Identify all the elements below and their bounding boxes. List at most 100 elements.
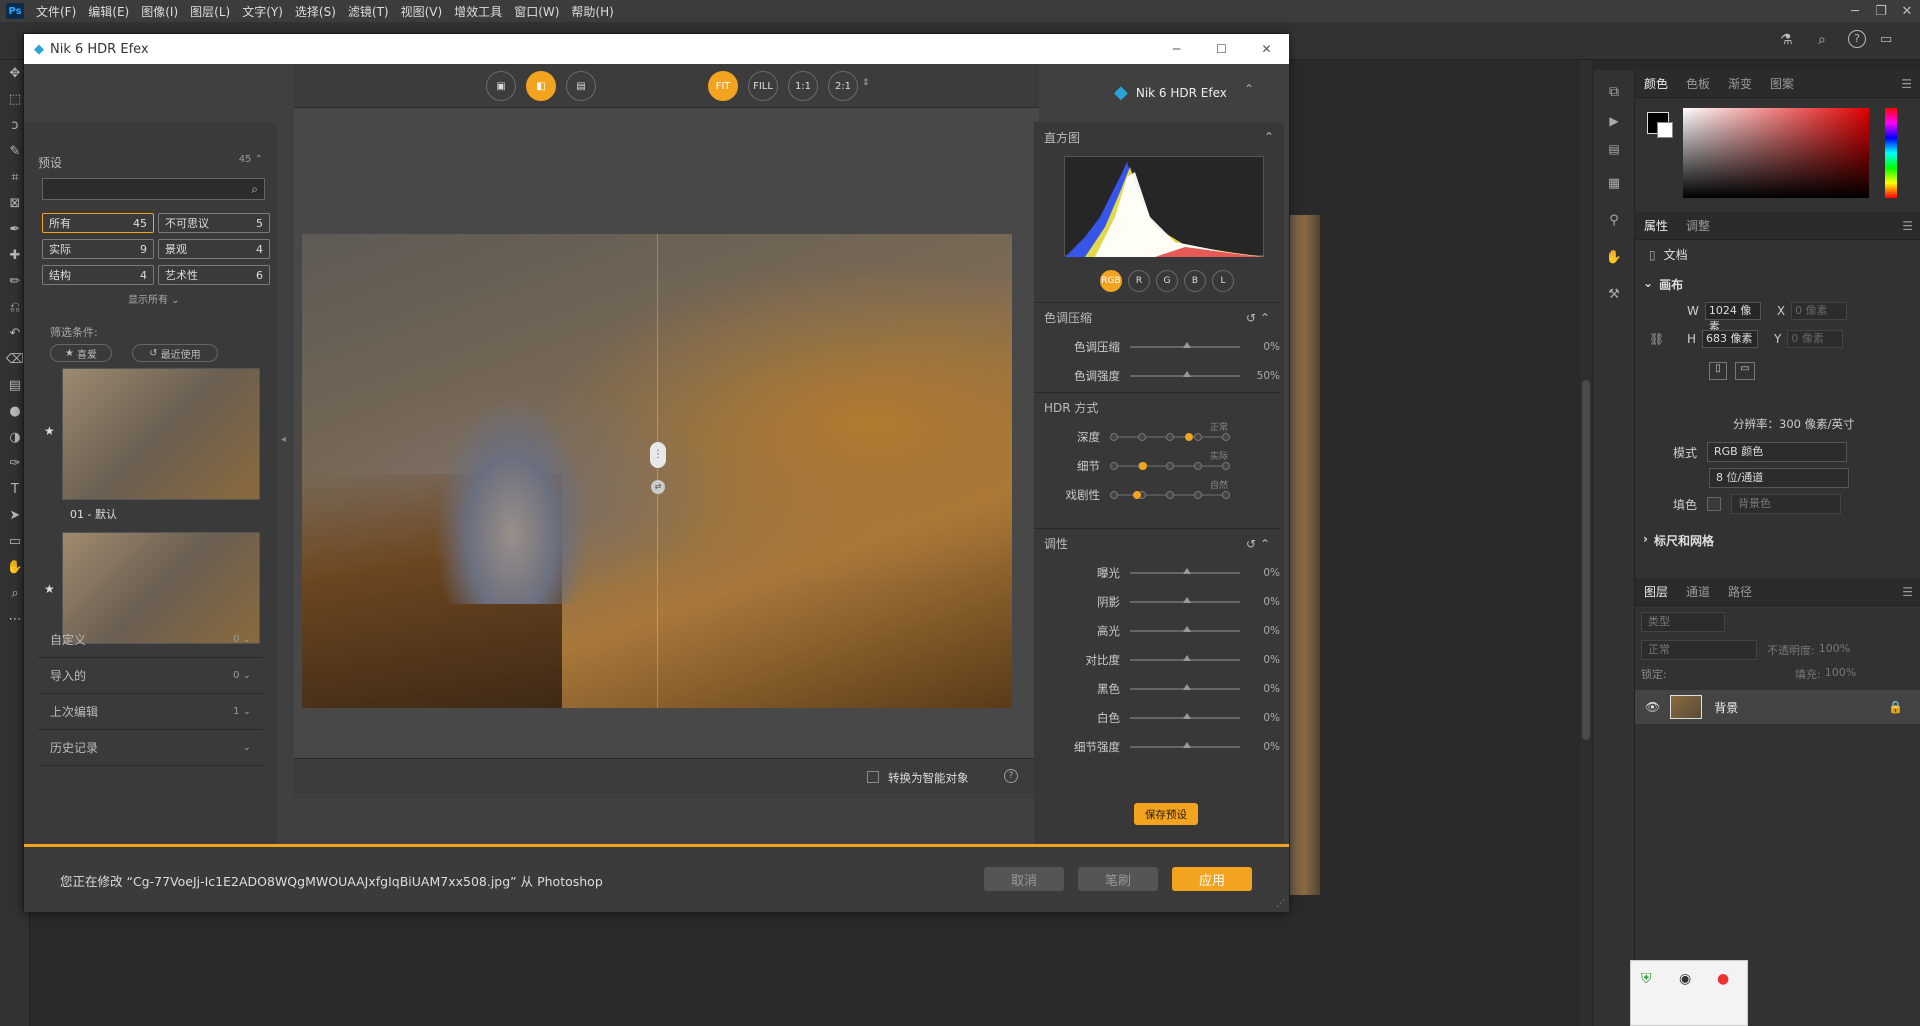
hdr-step-track[interactable] — [1110, 461, 1230, 470]
ps-menu-item[interactable]: 选择(S) — [289, 3, 342, 20]
slider-track[interactable] — [1130, 654, 1240, 661]
save-preset-button[interactable]: 保存预设 — [1134, 803, 1198, 825]
apply-button[interactable]: 应用 — [1172, 867, 1252, 891]
channel-l-button[interactable]: L — [1212, 270, 1234, 292]
hdr-step-knob[interactable] — [1132, 490, 1141, 499]
slider-knob[interactable] — [1183, 625, 1191, 632]
hdr-step-dot[interactable] — [1222, 432, 1230, 441]
panel-tab[interactable]: 路径 — [1719, 583, 1761, 600]
collapse-left-icon[interactable]: ◂ — [281, 434, 286, 445]
preset-category-chip[interactable]: 实际 9 — [42, 239, 154, 259]
hue-slider[interactable] — [1885, 108, 1897, 198]
swap-icon[interactable]: ⇄ — [651, 480, 665, 494]
hdr-step-track[interactable] — [1110, 490, 1230, 499]
comment-icon[interactable]: ▤ — [1594, 142, 1634, 156]
preset-category-chip[interactable]: 景观 4 — [158, 239, 270, 259]
fill2-value[interactable]: 100% — [1825, 666, 1856, 682]
close-icon[interactable]: ✕ — [1244, 42, 1289, 56]
recent-filter-button[interactable]: ↺ 最近使用 — [132, 344, 218, 362]
slider-knob[interactable] — [1183, 712, 1191, 719]
fill-select[interactable]: 背景色 — [1731, 494, 1842, 514]
slider-track[interactable] — [1130, 370, 1240, 377]
slider-knob[interactable] — [1183, 567, 1191, 574]
zoom-fit-button[interactable]: FIT — [708, 71, 738, 101]
panel-tab[interactable]: 图案 — [1761, 75, 1803, 92]
tool-preset-icon[interactable]: ⚒ — [1594, 287, 1634, 302]
show-all-link[interactable]: 显示所有 ⌄ — [128, 291, 180, 306]
slider-track[interactable] — [1130, 712, 1240, 719]
single-view-icon[interactable]: ▣ — [486, 71, 516, 101]
hdr-step-dot[interactable] — [1222, 490, 1230, 499]
preset-section-row[interactable]: 自定义 0 ⌄ — [38, 622, 263, 658]
zoom-2to1-button[interactable]: 2:1 — [828, 71, 858, 101]
slider-knob[interactable] — [1183, 654, 1191, 661]
tonality-header[interactable]: 调性 ↺ ⌃ — [1034, 528, 1280, 558]
ps-menu-item[interactable]: 文件(F) — [30, 3, 82, 20]
ps-menu-item[interactable]: 编辑(E) — [82, 3, 135, 20]
panel-menu-icon[interactable]: ☰ — [1902, 219, 1913, 233]
fill-swatch[interactable] — [1707, 497, 1722, 511]
panel-menu-icon[interactable]: ☰ — [1901, 77, 1912, 91]
panel-tab[interactable]: 通道 — [1677, 583, 1719, 600]
height-input[interactable]: 683 像素 — [1702, 330, 1759, 348]
slider-track[interactable] — [1130, 567, 1240, 574]
preset-section-row[interactable]: 历史记录 ⌄ — [38, 730, 263, 766]
panel-menu-icon[interactable]: ☰ — [1902, 585, 1913, 599]
hdr-step-dot[interactable] — [1110, 461, 1118, 470]
histogram-header[interactable]: 直方图 ⌃ — [1034, 122, 1284, 152]
slider-track[interactable] — [1130, 341, 1240, 348]
preset-category-chip[interactable]: 不可思议 5 — [158, 213, 270, 233]
mode-select[interactable]: RGB 颜色 — [1707, 442, 1848, 462]
slider-track[interactable] — [1130, 625, 1240, 632]
chevron-right-icon[interactable]: › — [1643, 532, 1648, 549]
tray-color-icon[interactable]: ● — [1717, 971, 1729, 987]
visibility-eye-icon[interactable]: 👁 — [1645, 700, 1660, 714]
chevron-down-icon[interactable]: ⌄ — [1643, 276, 1653, 293]
workspace-icon[interactable]: ▭ — [1880, 32, 1892, 47]
brush-panel-icon[interactable]: ⚲ — [1594, 213, 1634, 228]
hdr-step-dot[interactable] — [1138, 432, 1146, 441]
background-color-swatch[interactable] — [1657, 122, 1673, 138]
zoom-fill-button[interactable]: FILL — [748, 71, 778, 101]
zoom-1to1-button[interactable]: 1:1 — [788, 71, 818, 101]
history-panel-icon[interactable]: ⧉ — [1594, 84, 1634, 100]
zoom-stepper-icon[interactable]: ⇕ — [862, 78, 870, 88]
split-divider[interactable] — [657, 234, 658, 708]
slider-track[interactable] — [1130, 683, 1240, 690]
ps-menu-item[interactable]: 视图(V) — [395, 3, 449, 20]
x-input[interactable]: 0 像素 — [1791, 302, 1848, 320]
collapse-up-icon[interactable]: ⌃ — [1244, 82, 1254, 96]
preset-section-row[interactable]: 导入的 0 ⌄ — [38, 658, 263, 694]
cancel-button[interactable]: 取消 — [984, 867, 1064, 891]
ps-menu-item[interactable]: 图像(I) — [135, 3, 184, 20]
hdr-step-dot[interactable] — [1166, 461, 1174, 470]
flask-icon[interactable]: ⚗ — [1780, 32, 1793, 48]
maximize-icon[interactable]: ☐ — [1199, 42, 1244, 56]
glyph-panel-icon[interactable]: ✋ — [1594, 250, 1634, 265]
ps-menu-item[interactable]: 图层(L) — [184, 3, 236, 20]
ps-menu-item[interactable]: 滤镜(T) — [342, 3, 395, 20]
hdr-step-knob[interactable] — [1185, 432, 1194, 441]
preset-thumbnail[interactable] — [62, 368, 260, 500]
search-icon[interactable]: ⌕ — [251, 182, 258, 197]
help-icon[interactable]: ? — [1848, 30, 1866, 48]
actions-play-icon[interactable]: ▶ — [1594, 114, 1634, 128]
favorites-filter-button[interactable]: ★ 喜爱 — [50, 344, 112, 362]
portrait-icon[interactable]: ▯ — [1709, 362, 1727, 380]
split-handle-icon[interactable]: ⋮ — [650, 442, 666, 468]
minimize-icon[interactable]: ─ — [1154, 42, 1199, 56]
ps-menu-item[interactable]: 文字(Y) — [236, 3, 289, 20]
channel-r-button[interactable]: R — [1128, 270, 1150, 292]
width-input[interactable]: 1024 像素 — [1704, 302, 1761, 333]
star-icon[interactable]: ★ — [44, 582, 55, 596]
tone-compression-header[interactable]: 色调压缩 ↺ ⌃ — [1034, 302, 1280, 332]
panel-tab[interactable]: 图层 — [1635, 583, 1677, 600]
link-icon[interactable]: ⛓ — [1649, 332, 1664, 346]
layer-kind-filter[interactable]: 类型 — [1641, 612, 1725, 632]
chevron-down-icon[interactable]: ⌄ — [239, 670, 251, 681]
chevron-up-icon[interactable]: ⌃ — [255, 154, 263, 165]
hdr-step-dot[interactable] — [1222, 461, 1230, 470]
resize-grip-icon[interactable]: ⋰ — [1276, 899, 1285, 909]
ps-menu-item[interactable]: 窗口(W) — [508, 3, 565, 20]
slider-knob[interactable] — [1183, 596, 1191, 603]
